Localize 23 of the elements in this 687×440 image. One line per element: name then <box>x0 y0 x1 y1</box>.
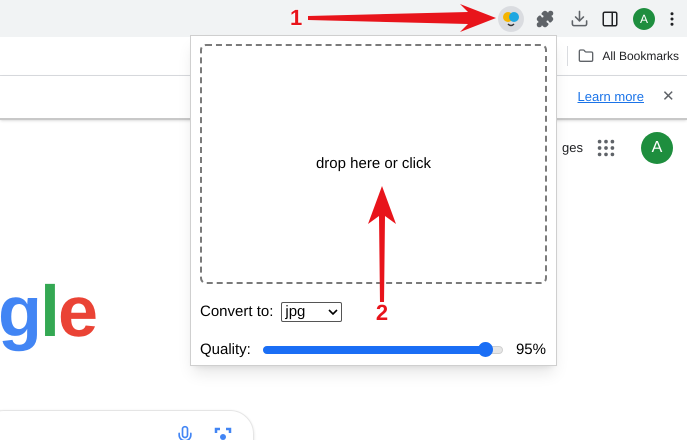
chevron-icon <box>328 309 338 316</box>
images-link[interactable]: ges <box>562 138 583 158</box>
profile-avatar[interactable]: A <box>633 8 655 30</box>
logo-letter: l <box>40 272 58 352</box>
folder-icon <box>578 48 594 64</box>
camera-icon[interactable] <box>213 425 233 440</box>
drop-zone-label: drop here or click <box>316 154 432 174</box>
bookmark-folder[interactable]: All Bookmarks <box>602 47 679 65</box>
convert-label: Convert to: <box>200 302 274 322</box>
learn-more-link[interactable]: Learn more <box>578 87 644 107</box>
format-select[interactable]: jpg <box>281 302 342 322</box>
annotation-number: 1 <box>290 7 302 29</box>
apps-icon[interactable] <box>595 137 617 159</box>
logo-letter: g <box>0 272 40 352</box>
quality-slider[interactable] <box>262 342 503 358</box>
quality-value: 95% <box>516 340 546 360</box>
side-panel-icon[interactable] <box>601 10 619 28</box>
logo-letter: e <box>58 272 96 352</box>
quality-label: Quality: <box>200 340 251 360</box>
extensions-icon[interactable] <box>536 10 554 28</box>
close-button[interactable]: ✕ <box>662 86 675 108</box>
download-icon[interactable] <box>570 9 589 28</box>
account-avatar[interactable]: A <box>641 132 673 164</box>
